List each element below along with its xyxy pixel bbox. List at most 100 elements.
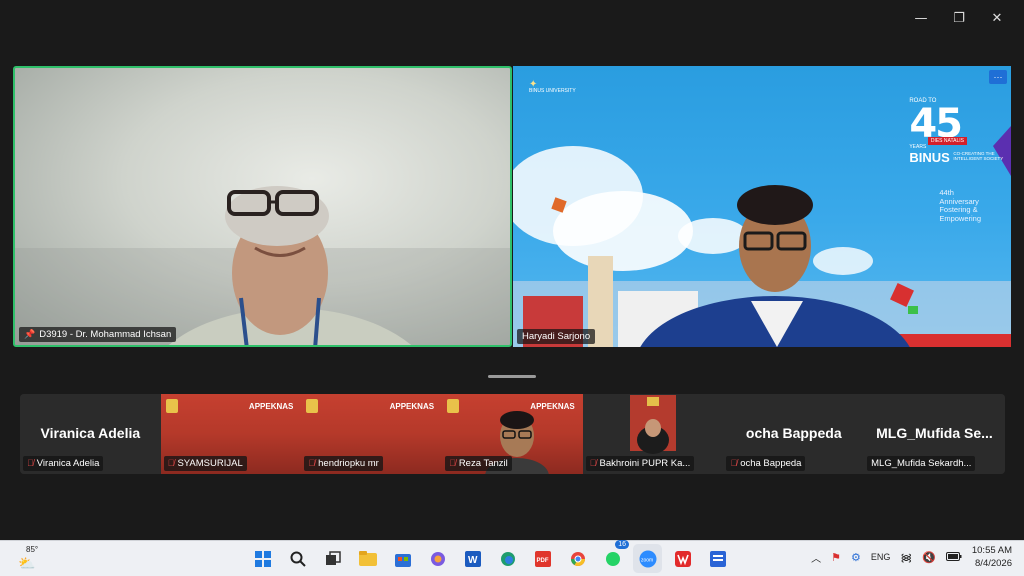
participant-name: D3919 - Dr. Mohammad Ichsan xyxy=(39,329,172,340)
mic-muted-icon: 🎙̸ xyxy=(589,458,597,468)
participant-tile[interactable]: MLG_Mufida Se... MLG_Mufida Sekardh... xyxy=(864,394,1005,474)
edge-glyph xyxy=(500,551,515,566)
participant-display-name: MLG_Mufida Se... xyxy=(876,425,993,441)
magnifier-icon xyxy=(290,551,306,567)
gallery-resize-handle[interactable] xyxy=(488,375,536,378)
participant-tile[interactable]: 🎙̸ Bakhroini PUPR Ka... xyxy=(582,394,724,474)
minimize-button[interactable]: — xyxy=(902,8,940,28)
participant-label: 🎙̸ ocha Bappeda xyxy=(726,456,806,471)
system-tray: ︿ ⚑ ⚙ ENG ᯼ 🔇 10:55 AM 8/4/2026 xyxy=(811,544,1012,570)
participant-tile[interactable]: ocha Bappeda 🎙̸ ocha Bappeda xyxy=(723,394,865,474)
participant-video xyxy=(15,186,510,345)
background-brand: APPEKNAS xyxy=(389,402,435,411)
participant-tile[interactable]: APPEKNAS 🎙̸ Reza Tanzil xyxy=(442,394,583,474)
window-controls: — ❐ ✕ xyxy=(902,8,1016,28)
participant-display-name: ocha Bappeda xyxy=(745,425,842,441)
clock-time: 10:55 AM xyxy=(971,545,1012,556)
mic-muted-icon: 🎙̸ xyxy=(27,458,34,468)
participant-label: 🎙̸ SYAMSURIJAL xyxy=(163,456,247,471)
wifi-icon[interactable]: ᯼ xyxy=(900,550,912,565)
chrome-glyph xyxy=(570,551,585,566)
weather-widget[interactable]: 85° ⛅ xyxy=(18,545,42,571)
pdf-icon[interactable]: PDF xyxy=(528,544,557,573)
mic-muted-icon: 🎙̸ xyxy=(449,458,456,468)
participant-label: 🎙̸ Bakhroini PUPR Ka... xyxy=(585,456,695,471)
logo-text: BINUS UNIVERSITY xyxy=(529,88,576,94)
participant-name-chip: 📌 D3919 - Dr. Mohammad Ichsan xyxy=(19,327,177,342)
mic-muted-icon: 🎙̸ xyxy=(730,458,738,468)
search-icon[interactable] xyxy=(283,544,312,573)
crest-icon xyxy=(165,399,178,413)
participant-label: 🎙̸ hendriopku mr xyxy=(304,456,383,471)
participant-name: MLG_Mufida Sekardh... xyxy=(871,458,972,469)
task-view-glyph xyxy=(325,550,341,565)
language-indicator[interactable]: ENG xyxy=(871,552,891,562)
participant-name: Haryadi Sarjono xyxy=(522,331,591,342)
copilot-icon[interactable] xyxy=(423,544,452,573)
close-button[interactable]: ✕ xyxy=(978,8,1016,28)
task-view-icon[interactable] xyxy=(318,544,347,573)
windows-logo-icon xyxy=(254,550,271,567)
battery-icon[interactable] xyxy=(945,551,962,563)
speaker-muted-icon[interactable]: 🔇 xyxy=(922,551,936,564)
clock[interactable]: 10:55 AM 8/4/2026 xyxy=(972,544,1012,570)
participant-tile[interactable]: APPEKNAS 🎙̸ SYAMSURIJAL xyxy=(160,394,302,474)
folder-icon xyxy=(358,551,377,566)
participant-label: 🎙̸ Reza Tanzil xyxy=(445,456,512,471)
whatsapp-glyph xyxy=(605,551,620,566)
participant-name-chip: Haryadi Sarjono xyxy=(517,329,596,344)
participant-label: 🎙̸ Viranica Adelia xyxy=(23,456,104,471)
mic-muted-icon: 🎙̸ xyxy=(308,458,316,468)
zoom-glyph: zoom xyxy=(639,550,656,567)
word-icon[interactable]: W xyxy=(458,544,487,573)
participant-tile[interactable]: APPEKNAS 🎙̸ hendriopku mr xyxy=(301,394,443,474)
video-tile-ichsan[interactable]: 📌 D3919 - Dr. Mohammad Ichsan xyxy=(13,66,512,347)
wps-icon[interactable] xyxy=(668,544,697,573)
temperature: 85° xyxy=(26,545,39,554)
store-bag-icon xyxy=(394,553,411,567)
dies-natalis-badge: DIES NATALIS xyxy=(927,137,967,145)
participant-name: Reza Tanzil xyxy=(458,458,508,469)
background-brand: APPEKNAS xyxy=(248,402,294,411)
video-tile-haryadi[interactable]: ✦ BINUS UNIVERSITY ROAD TO 45 YEARS BINU… xyxy=(513,66,1011,347)
participant-name: Bakhroini PUPR Ka... xyxy=(599,458,691,469)
show-hidden-icons-chevron-icon[interactable]: ︿ xyxy=(811,550,821,565)
file-explorer-icon[interactable] xyxy=(353,544,382,573)
binus-logo: ✦ BINUS UNIVERSITY xyxy=(529,80,576,95)
tagline: CO-CREATING THE INTELLIGENT SOCIETY xyxy=(953,151,1004,161)
store-icon[interactable] xyxy=(388,544,417,573)
anniv-line: Empowering xyxy=(939,213,981,223)
network-share-icon[interactable]: ⚙ xyxy=(851,551,861,564)
more-options-button[interactable]: ··· xyxy=(989,70,1007,84)
zoom-icon[interactable]: zoom xyxy=(633,544,662,573)
chrome-icon[interactable] xyxy=(563,544,592,573)
pin-icon: 📌 xyxy=(24,329,36,339)
taskbar-apps: W PDF 16 zoom xyxy=(248,540,732,573)
copilot-glyph xyxy=(430,551,445,566)
participant-name: hendriopku mr xyxy=(318,458,379,469)
participant-strip: Viranica Adelia 🎙̸ Viranica Adelia APPEKN… xyxy=(20,394,1005,474)
vivaldi-tray-icon[interactable]: ⚑ xyxy=(831,551,841,564)
writer-glyph xyxy=(709,550,726,567)
wps-writer-icon[interactable] xyxy=(703,544,732,573)
start-icon[interactable] xyxy=(248,544,277,573)
edge-icon[interactable] xyxy=(493,544,522,573)
svg-text:W: W xyxy=(468,555,478,566)
wps-glyph xyxy=(674,550,691,567)
anniversary-badge: ROAD TO 45 YEARS BINUS CO-CREATING THE I… xyxy=(909,98,1003,165)
speaker-stage: 📌 D3919 - Dr. Mohammad Ichsan ✦ BINUS UN… xyxy=(13,66,1011,347)
clock-date: 8/4/2026 xyxy=(975,558,1012,569)
restore-button[interactable]: ❐ xyxy=(940,8,978,28)
taskbar: 85° ⛅ W PDF 16 zoom ︿ ⚑ ⚙ ENG ᯼ 🔇 10:55 … xyxy=(0,540,1024,576)
anniversary-text: 44th Anniversary Fostering & Empowering xyxy=(939,188,981,223)
word-glyph: W xyxy=(464,550,481,567)
pdf-label: PDF xyxy=(536,558,548,564)
participant-name: Viranica Adelia xyxy=(36,458,100,469)
participant-name: ocha Bappeda xyxy=(740,458,802,469)
participant-display-name: Viranica Adelia xyxy=(40,425,141,441)
cloud-sun-icon: ⛅ xyxy=(18,555,36,571)
participant-tile[interactable]: Viranica Adelia 🎙̸ Viranica Adelia xyxy=(20,394,161,474)
notification-badge: 16 xyxy=(615,540,629,549)
whatsapp-icon[interactable]: 16 xyxy=(598,540,629,573)
crest-icon xyxy=(306,399,319,413)
